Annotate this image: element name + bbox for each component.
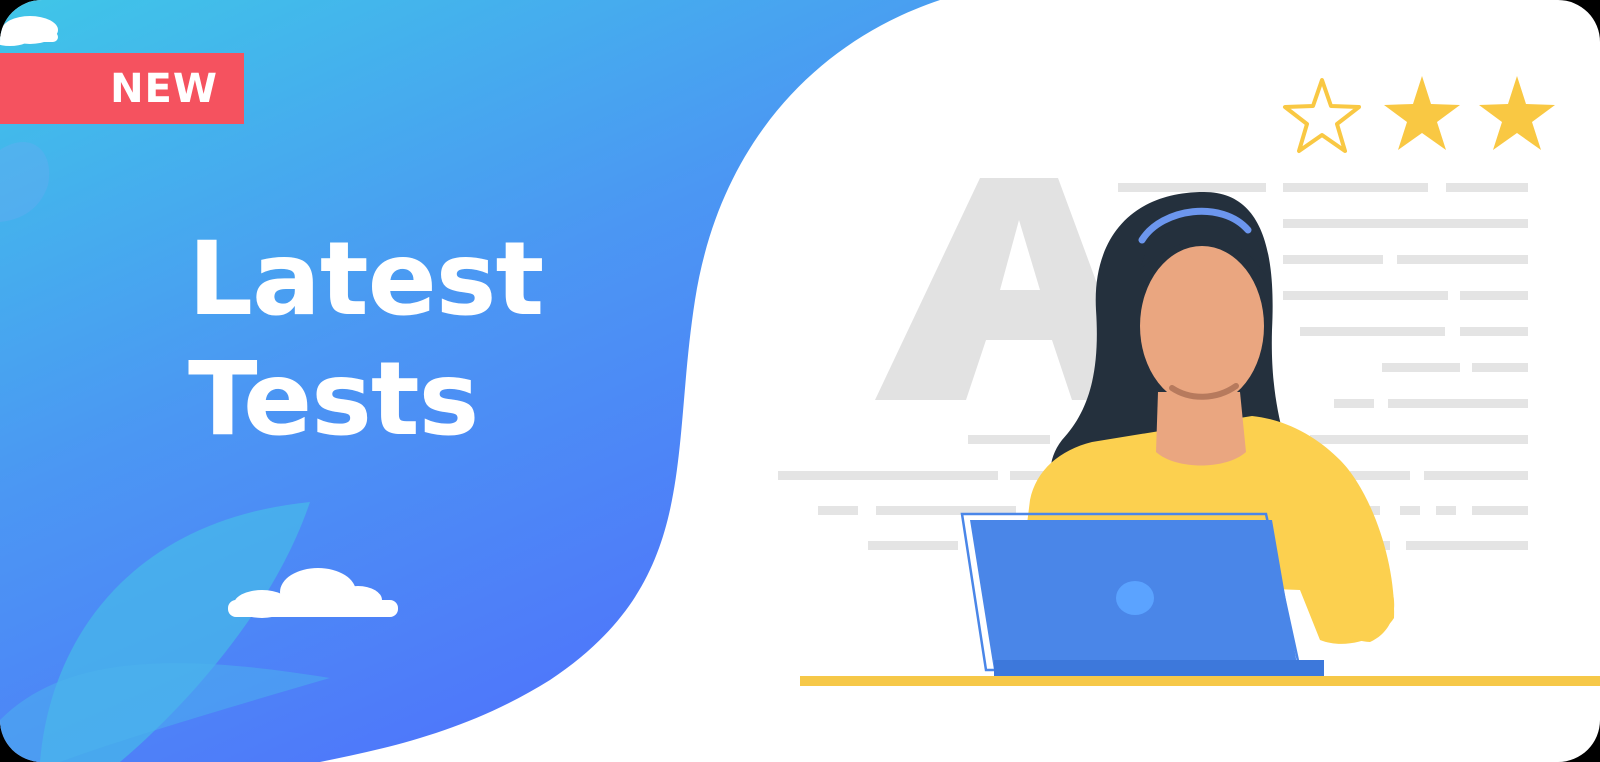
star-rating	[1283, 76, 1555, 153]
star-outline-icon	[1283, 78, 1361, 153]
banner-headline: Latest Tests	[188, 220, 544, 461]
star-filled-icon	[1479, 76, 1555, 150]
headline-line-1: Latest	[188, 220, 544, 339]
headline-line-2: Tests	[188, 340, 479, 460]
desk-line	[800, 676, 1600, 686]
latest-tests-banner[interactable]: NEW Latest Tests	[0, 0, 1600, 762]
star-filled-icon	[1384, 76, 1460, 150]
woman-at-laptop-icon	[960, 192, 1395, 676]
new-badge-label: NEW	[110, 65, 218, 112]
new-badge: NEW	[0, 53, 244, 124]
